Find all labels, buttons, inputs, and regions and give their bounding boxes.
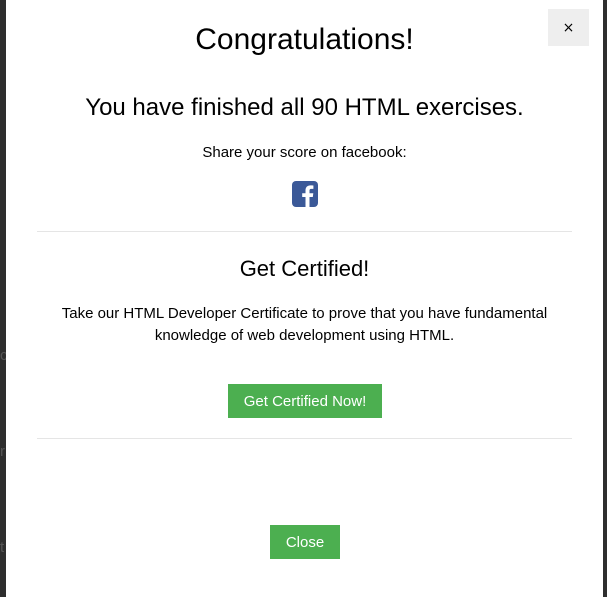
section-divider (37, 438, 572, 439)
section-divider (37, 231, 572, 232)
certificate-description: Take our HTML Developer Certificate to p… (61, 305, 548, 344)
share-prompt: Share your score on facebook: (202, 144, 407, 161)
background-page-right-edge (603, 0, 607, 597)
congratulations-modal: × Congratulations! You have finished all… (6, 0, 603, 597)
background-text-fragment: r (0, 443, 5, 460)
modal-title: Congratulations! (195, 23, 414, 56)
background-text-fragment: t (0, 539, 5, 556)
facebook-icon[interactable] (292, 181, 318, 207)
certificate-heading: Get Certified! (239, 256, 370, 281)
completion-message: You have finished all 90 HTML exercises. (85, 94, 524, 121)
get-certified-button[interactable]: Get Certified Now! (228, 384, 382, 418)
close-button[interactable]: Close (270, 525, 340, 559)
